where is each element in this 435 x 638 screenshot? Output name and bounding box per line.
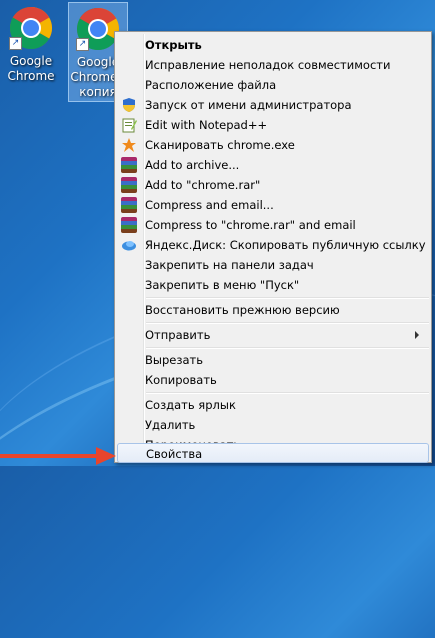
menu-item-create-shortcut[interactable]: Создать ярлык bbox=[117, 395, 429, 415]
menu-item-cut[interactable]: Вырезать bbox=[117, 350, 429, 370]
menu-separator bbox=[146, 392, 429, 394]
yandex-disk-icon bbox=[122, 241, 136, 251]
menu-item-add-to-chrome-rar[interactable]: Add to "chrome.rar" bbox=[117, 175, 429, 195]
menu-separator bbox=[146, 347, 429, 349]
menu-item-open[interactable]: Открыть bbox=[117, 35, 429, 55]
winrar-icon bbox=[121, 177, 137, 193]
menu-item-open-file-location[interactable]: Расположение файла bbox=[117, 75, 429, 95]
menu-item-delete[interactable]: Удалить bbox=[117, 415, 429, 435]
context-menu: Открыть Исправление неполадок совместимо… bbox=[114, 31, 432, 463]
menu-item-compress-to-rar-and-email[interactable]: Compress to "chrome.rar" and email bbox=[117, 215, 429, 235]
desktop-icon-google-chrome[interactable]: ↗ Google Chrome bbox=[2, 2, 60, 84]
pointer-arrow bbox=[0, 447, 116, 465]
menu-item-yandex-disk-copy-link[interactable]: Яндекс.Диск: Скопировать публичную ссылк… bbox=[117, 235, 429, 255]
menu-item-run-as-admin[interactable]: Запуск от имени администратора bbox=[117, 95, 429, 115]
antivirus-scan-icon bbox=[122, 138, 136, 152]
menu-item-troubleshoot-compatibility[interactable]: Исправление неполадок совместимости bbox=[117, 55, 429, 75]
menu-item-pin-to-taskbar[interactable]: Закрепить на панели задач bbox=[117, 255, 429, 275]
menu-item-edit-notepadpp[interactable]: Edit with Notepad++ bbox=[117, 115, 429, 135]
winrar-icon bbox=[121, 157, 137, 173]
menu-item-properties[interactable]: Свойства bbox=[117, 443, 429, 463]
menu-item-pin-to-start[interactable]: Закрепить в меню "Пуск" bbox=[117, 275, 429, 295]
winrar-icon bbox=[121, 217, 137, 233]
menu-item-copy[interactable]: Копировать bbox=[117, 370, 429, 390]
menu-separator bbox=[146, 322, 429, 324]
chrome-icon: ↗ bbox=[9, 6, 53, 50]
menu-item-restore-previous-versions[interactable]: Восстановить прежнюю версию bbox=[117, 300, 429, 320]
winrar-icon bbox=[121, 197, 137, 213]
notepad-plus-plus-icon bbox=[122, 118, 137, 133]
menu-item-compress-and-email[interactable]: Compress and email... bbox=[117, 195, 429, 215]
menu-item-scan-chrome[interactable]: Сканировать chrome.exe bbox=[117, 135, 429, 155]
menu-item-send-to[interactable]: Отправить bbox=[117, 325, 429, 345]
submenu-arrow-icon bbox=[415, 331, 419, 339]
uac-shield-icon bbox=[123, 98, 135, 112]
shortcut-arrow-icon: ↗ bbox=[76, 38, 89, 51]
menu-item-add-to-archive[interactable]: Add to archive... bbox=[117, 155, 429, 175]
shortcut-arrow-icon: ↗ bbox=[9, 37, 22, 50]
desktop-icon-label: Google Chrome bbox=[7, 54, 55, 83]
menu-separator bbox=[146, 297, 429, 299]
